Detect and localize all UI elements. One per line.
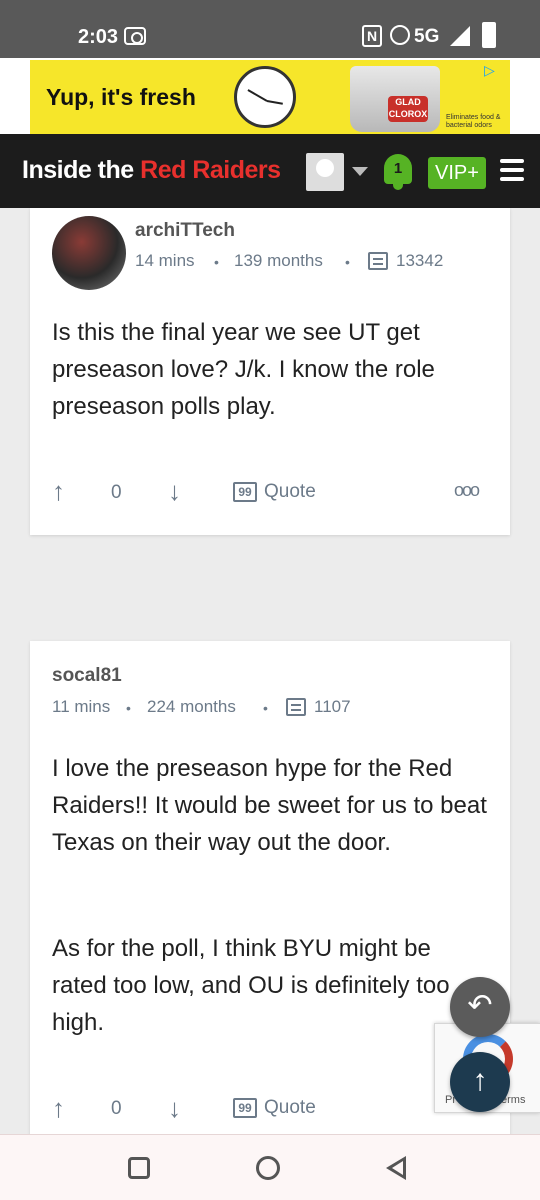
downvote-arrow-icon[interactable]: ↓ xyxy=(168,1093,181,1124)
arrow-up-icon: ↑ xyxy=(472,1064,488,1097)
status-bar: 2:03 N 5G xyxy=(0,0,540,58)
post-body: Is this the final year we see UT get pre… xyxy=(52,319,435,420)
member-duration: 224 months xyxy=(147,697,236,716)
quote-button[interactable]: Quote xyxy=(264,1097,316,1119)
screen-cast-icon xyxy=(124,27,146,45)
back-icon[interactable] xyxy=(386,1156,406,1180)
system-navigation-bar xyxy=(0,1134,540,1200)
post-username[interactable]: archiTTech xyxy=(135,220,235,242)
quote-button[interactable]: Quote xyxy=(264,481,316,503)
post-count-icon xyxy=(286,698,306,716)
more-options-icon[interactable]: ooo xyxy=(454,480,480,501)
ad-headline: Yup, it's fresh xyxy=(46,84,196,110)
separator-dot: • xyxy=(214,254,219,270)
battery-icon xyxy=(482,22,496,48)
recent-apps-icon[interactable] xyxy=(128,1157,150,1179)
quote-icon[interactable]: 99 xyxy=(233,482,257,502)
upvote-arrow-icon[interactable]: ↑ xyxy=(52,1093,65,1124)
post-body: I love the preseason hype for the Red Ra… xyxy=(52,755,487,856)
avatar[interactable] xyxy=(52,216,126,290)
separator-dot: • xyxy=(263,700,268,716)
clock-icon xyxy=(234,66,296,128)
ad-banner[interactable]: Yup, it's fresh GLAD CLOROX Eliminates f… xyxy=(30,60,510,134)
scroll-to-top-button[interactable]: ↑ xyxy=(450,1052,510,1112)
ad-fine-print: Eliminates food & bacterial odors xyxy=(446,114,501,129)
separator-dot: • xyxy=(345,254,350,270)
notification-bell-icon[interactable]: 1 xyxy=(382,152,414,192)
ad-sub-brand: CLOROX xyxy=(388,109,428,119)
trash-can-image: GLAD CLOROX xyxy=(350,66,440,132)
post-time: 11 mins xyxy=(52,697,111,716)
forum-post: archiTTech 14 mins • 139 months • 13342 … xyxy=(30,208,510,535)
site-logo-white: Inside the xyxy=(22,156,134,184)
separator-dot: • xyxy=(126,700,131,716)
adchoices-icon[interactable]: ▷ xyxy=(484,62,502,78)
downvote-arrow-icon[interactable]: ↓ xyxy=(168,476,181,507)
nfc-icon: N xyxy=(362,25,382,47)
post-count: 13342 xyxy=(396,251,444,270)
chevron-down-icon[interactable] xyxy=(352,167,368,176)
home-icon[interactable] xyxy=(256,1156,280,1180)
reply-button[interactable]: ↶ xyxy=(450,977,510,1037)
status-time: 2:03 xyxy=(78,26,119,48)
upvote-arrow-icon[interactable]: ↑ xyxy=(52,476,65,507)
alarm-icon xyxy=(390,25,410,45)
site-header: Inside the Red Raiders 1 VIP+ xyxy=(0,134,540,208)
ad-brand-label: GLAD CLOROX xyxy=(388,96,428,122)
post-count: 1107 xyxy=(314,697,351,716)
vip-button[interactable]: VIP+ xyxy=(428,157,486,189)
site-logo-red: Red Raiders xyxy=(140,156,281,184)
member-duration: 139 months xyxy=(234,251,323,270)
post-username[interactable]: socal81 xyxy=(52,665,122,687)
network-type: 5G xyxy=(414,26,440,47)
quote-icon[interactable]: 99 xyxy=(233,1098,257,1118)
reply-icon: ↶ xyxy=(467,989,493,1022)
signal-icon xyxy=(450,26,470,46)
vote-count: 0 xyxy=(111,1098,122,1119)
site-logo[interactable]: Inside the Red Raiders xyxy=(22,156,281,185)
post-body: As for the poll, I think BYU might be ra… xyxy=(52,935,450,1036)
post-count-icon xyxy=(368,252,388,270)
ad-brand: GLAD xyxy=(395,97,421,107)
hamburger-menu-icon[interactable] xyxy=(500,159,524,181)
vote-count: 0 xyxy=(111,482,122,503)
user-avatar[interactable] xyxy=(306,153,344,191)
post-time: 14 mins xyxy=(135,251,195,270)
notification-count: 1 xyxy=(393,160,403,177)
